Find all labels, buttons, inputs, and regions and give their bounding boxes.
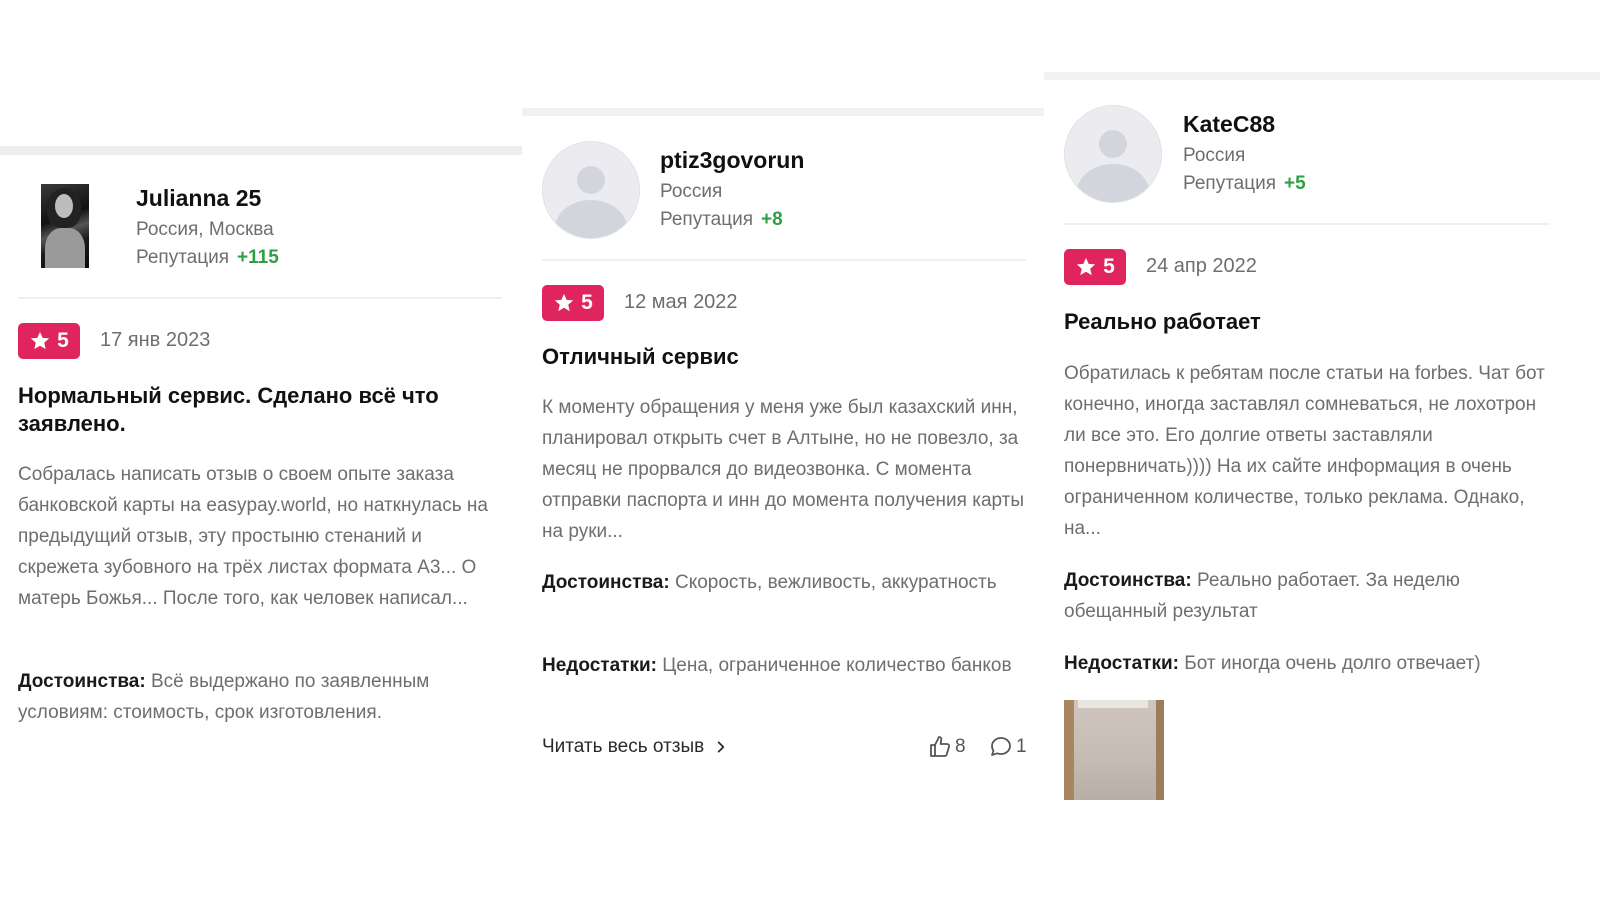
review-title[interactable]: Нормальный сервис. Сделано всё что заявл…	[18, 382, 498, 438]
user-placeholder-icon[interactable]	[1064, 105, 1162, 203]
divider	[542, 259, 1026, 261]
pros-label: Достоинства:	[1064, 570, 1192, 591]
review-text: Обратилась к ребятам после статьи на for…	[1064, 363, 1545, 539]
cons-label: Недостатки:	[1064, 653, 1179, 674]
review-text: К моменту обращения у меня уже был казах…	[542, 397, 1025, 542]
review-date: 12 мая 2022	[624, 291, 738, 313]
avatar[interactable]	[41, 184, 89, 268]
user-location: Россия, Москва	[136, 219, 274, 240]
reputation-value: +5	[1284, 173, 1306, 194]
like-count: 8	[955, 736, 966, 757]
user-placeholder-icon[interactable]	[542, 141, 640, 239]
rating-value: 5	[57, 329, 69, 352]
username[interactable]: Julianna 25	[136, 185, 261, 212]
divider	[18, 297, 502, 299]
reputation-value: +115	[237, 247, 279, 268]
pros-label: Достоинства:	[18, 671, 146, 692]
divider	[1064, 223, 1550, 225]
reputation-label: Репутация	[660, 209, 754, 230]
rating-value: 5	[1103, 255, 1115, 278]
review-pros: Достоинства: Реально работает. За неделю…	[1064, 565, 1554, 627]
pros-label: Достоинства:	[542, 572, 670, 593]
reputation-value: +8	[761, 209, 783, 230]
star-icon	[1076, 257, 1096, 276]
star-icon	[554, 293, 574, 312]
review-photo[interactable]	[1064, 700, 1164, 800]
user-reputation: Репутация +115	[136, 247, 279, 269]
review-cons: Недостатки: Бот иногда очень долго отвеч…	[1064, 648, 1564, 679]
user-reputation: Репутация +8	[660, 209, 783, 231]
rating-badge: 5	[542, 285, 604, 321]
card-top-border	[1044, 72, 1600, 80]
review-pros: Достоинства: Скорость, вежливость, аккур…	[542, 567, 1026, 598]
cons-label: Недостатки:	[542, 655, 657, 676]
read-more-link[interactable]: Читать весь отзыв	[542, 736, 728, 758]
reputation-label: Репутация	[1183, 173, 1277, 194]
comment-icon	[991, 737, 1011, 756]
read-more-label: Читать весь отзыв	[542, 736, 705, 757]
username[interactable]: KateC88	[1183, 111, 1275, 138]
like-button[interactable]: 8	[928, 735, 966, 759]
review-date: 24 апр 2022	[1146, 255, 1257, 277]
user-reputation: Репутация +5	[1183, 173, 1306, 195]
star-icon	[30, 331, 50, 350]
user-location: Россия	[660, 181, 723, 202]
user-location: Россия	[1183, 145, 1246, 166]
comment-button[interactable]: 1	[989, 735, 1027, 759]
chevron-right-icon	[718, 741, 725, 753]
reputation-label: Репутация	[136, 247, 230, 268]
pros-text: Скорость, вежливость, аккуратность	[674, 572, 997, 593]
review-date: 17 янв 2023	[100, 329, 211, 351]
review-title[interactable]: Реально работает	[1064, 308, 1544, 336]
rating-badge: 5	[1064, 249, 1126, 285]
thumbs-up-icon	[930, 736, 950, 757]
card-top-border	[0, 146, 522, 155]
username[interactable]: ptiz3govorun	[660, 147, 804, 174]
rating-badge: 5	[18, 323, 80, 359]
review-pros: Достоинства: Всё выдержано по заявленным…	[18, 666, 502, 728]
review-text: Собралась написать отзыв о своем опыте з…	[18, 464, 488, 609]
card-top-border	[522, 108, 1044, 116]
review-cons: Недостатки: Цена, ограниченное количеств…	[542, 650, 1026, 681]
cons-text: Цена, ограниченное количество банков	[662, 655, 1012, 676]
rating-value: 5	[581, 291, 593, 314]
cons-text: Бот иногда очень долго отвечает)	[1184, 653, 1481, 674]
comment-count: 1	[1016, 736, 1027, 757]
review-title[interactable]: Отличный сервис	[542, 343, 1022, 371]
